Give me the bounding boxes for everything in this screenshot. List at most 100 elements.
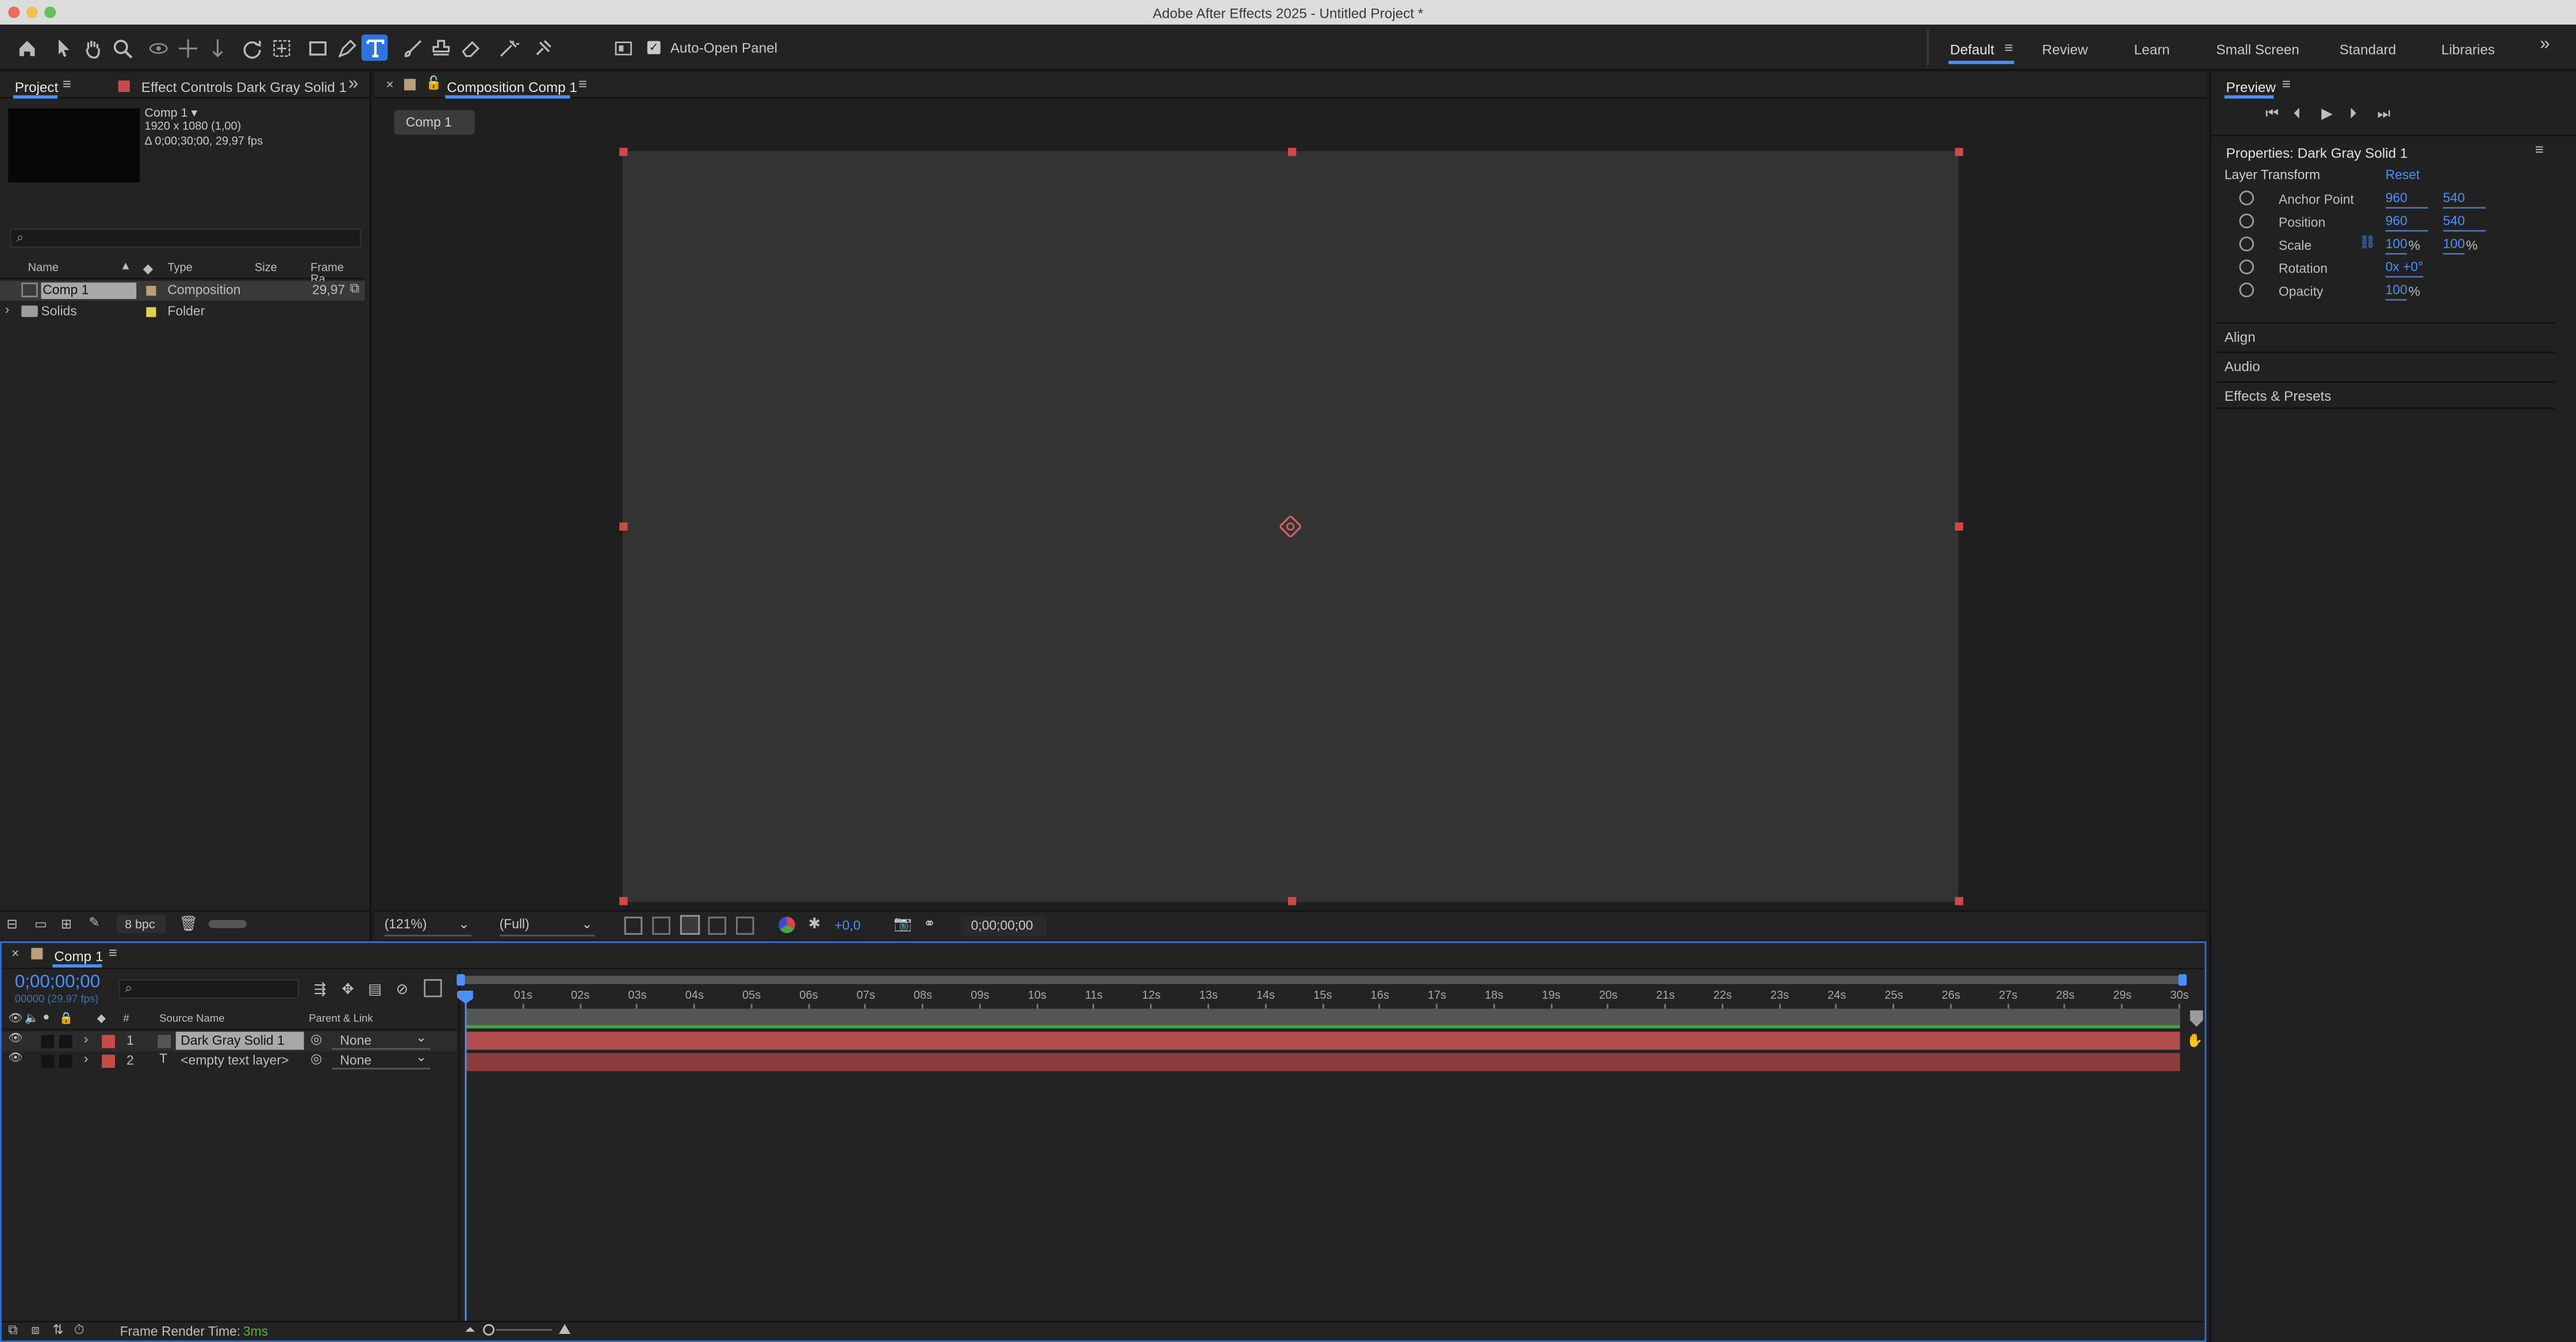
bpc-button[interactable]: 8 bpc [116, 915, 166, 933]
current-time-display[interactable]: 0;00;00;00 [961, 917, 1046, 937]
flowchart-icon[interactable]: ⧉ [350, 281, 359, 298]
chevron-right-icon[interactable]: › [5, 302, 10, 317]
layer-bar[interactable] [465, 1053, 2180, 1071]
composition-menu-icon[interactable]: ≡ [578, 75, 587, 92]
properties-menu-icon[interactable]: ≡ [2535, 141, 2544, 158]
stopwatch-icon[interactable] [2239, 259, 2254, 275]
thumbnail-size-slider[interactable] [208, 920, 247, 929]
navigator-end-handle[interactable] [2178, 974, 2187, 986]
timeline-timecode[interactable]: 0;00;00;00 [15, 972, 101, 992]
col-type[interactable]: Type [167, 263, 192, 274]
layer-label-color[interactable] [102, 1035, 115, 1048]
col-parent-link[interactable]: Parent & Link [309, 1014, 373, 1025]
draft-3d-icon[interactable]: ✥ [342, 981, 354, 999]
parent-select[interactable]: None ⌄ [332, 1030, 431, 1050]
chevron-right-icon[interactable]: › [84, 1032, 89, 1046]
workspace-menu-icon[interactable]: ≡ [2004, 40, 2013, 56]
rotation-tool-icon[interactable] [238, 34, 264, 61]
exposure-reset-icon[interactable]: ✱ [808, 915, 821, 933]
label-tag-icon[interactable]: ◆ [143, 261, 154, 276]
zoom-tool-icon[interactable] [109, 34, 135, 61]
align-section[interactable]: Align [2216, 322, 2555, 350]
frame-blending-icon[interactable]: ⊘ [396, 981, 409, 999]
tab-timeline-comp[interactable]: Comp 1 [54, 948, 103, 965]
clone-stamp-tool-icon[interactable] [427, 34, 454, 61]
constrain-proportions-icon[interactable]: ⛓ [2359, 235, 2376, 250]
workspace-learn[interactable]: Learn [2134, 41, 2169, 57]
list-item[interactable]: › Solids Folder [0, 302, 365, 322]
pan-behind-tool-icon[interactable] [268, 34, 294, 61]
layer-handle[interactable] [1955, 522, 1964, 531]
layer-bar[interactable] [465, 1032, 2180, 1050]
time-navigator[interactable] [460, 976, 2184, 984]
pan-camera-tool-icon[interactable] [174, 34, 201, 61]
workspace-default[interactable]: Default [1950, 41, 1994, 57]
label-tag-icon[interactable]: ◆ [97, 1012, 106, 1025]
stopwatch-icon[interactable] [2239, 282, 2254, 298]
hide-shy-layers-icon[interactable]: ▤ [368, 981, 382, 999]
composition-mini-flowchart-icon[interactable]: ⇶ [314, 981, 327, 999]
tab-project[interactable]: Project [15, 79, 59, 95]
workspace-libraries[interactable]: Libraries [2441, 41, 2495, 57]
fast-previews-icon[interactable] [624, 917, 643, 935]
layer-name[interactable]: <empty text layer> [181, 1053, 289, 1068]
eraser-tool-icon[interactable] [457, 34, 483, 61]
col-size[interactable]: Size [255, 263, 277, 274]
layer-handle[interactable] [619, 897, 628, 906]
layer-handle[interactable] [619, 522, 628, 531]
tab-effect-controls[interactable]: Effect Controls Dark Gray Solid 1 [141, 79, 347, 95]
stopwatch-icon[interactable] [2239, 190, 2254, 206]
layer-handle[interactable] [619, 148, 628, 156]
first-frame-icon[interactable]: ⏮ [2266, 105, 2279, 123]
mask-visibility-icon[interactable] [708, 917, 726, 935]
camera-snapshot-icon[interactable]: 📷 [894, 915, 912, 933]
lock-toggle[interactable] [59, 1035, 72, 1048]
close-tab-icon[interactable]: × [386, 77, 393, 92]
lock-icon[interactable]: 🔓 [425, 75, 442, 90]
eye-icon[interactable]: 👁 [8, 1032, 22, 1045]
col-name[interactable]: Name [28, 263, 59, 274]
interpret-footage-icon[interactable]: ⊟ [6, 917, 17, 931]
solo-icon[interactable]: ● [43, 1012, 49, 1023]
preview-menu-icon[interactable]: ≡ [2282, 75, 2291, 92]
channel-icon[interactable] [779, 917, 795, 933]
zoom-window-button[interactable] [44, 6, 56, 18]
dolly-camera-tool-icon[interactable] [204, 34, 230, 61]
new-folder-icon[interactable]: ▭ [34, 917, 47, 931]
scale-y-value[interactable]: 100 [2443, 235, 2465, 255]
layer-handle[interactable] [1955, 897, 1964, 906]
show-snapshot-icon[interactable]: ⚭ [923, 915, 936, 933]
zoom-out-icon[interactable]: ⏶ [465, 1322, 476, 1339]
workspace-overflow-icon[interactable]: » [2540, 34, 2550, 54]
layer-name[interactable]: Dark Gray Solid 1 [175, 1032, 304, 1050]
pick-whip-icon[interactable]: ◎ [310, 1032, 322, 1046]
anchor-point-icon[interactable] [1278, 514, 1303, 539]
navigator-start-handle[interactable] [457, 974, 465, 986]
type-tool-icon[interactable] [361, 34, 388, 61]
sort-ascending-icon[interactable]: ▲ [120, 261, 132, 273]
zoom-slider-track[interactable] [496, 1329, 552, 1331]
audio-icon[interactable]: 🔈 [25, 1012, 39, 1025]
close-window-button[interactable] [8, 6, 20, 18]
puppet-tool-icon[interactable] [529, 34, 555, 61]
solo-toggle[interactable] [41, 1035, 55, 1048]
preview-name[interactable]: Comp 1 ▾ [144, 105, 197, 120]
hand-tool-icon[interactable] [79, 34, 105, 61]
tab-preview[interactable]: Preview [2226, 79, 2275, 95]
chevron-right-icon[interactable]: › [84, 1052, 89, 1067]
parent-select[interactable]: None ⌄ [332, 1050, 431, 1069]
transparency-grid-icon[interactable] [652, 917, 670, 935]
previous-frame-icon[interactable]: ⏴ [2294, 105, 2301, 123]
effects-presets-section[interactable]: Effects & Presets [2216, 381, 2555, 409]
zoom-in-icon[interactable]: ⛰ [558, 1321, 571, 1339]
reset-button[interactable]: Reset [2386, 167, 2420, 182]
position-x-value[interactable]: 960 [2385, 212, 2428, 232]
brush-tool-icon[interactable] [399, 34, 425, 61]
rotation-value[interactable]: 0x +0° [2385, 258, 2424, 278]
orbit-camera-tool-icon[interactable] [144, 34, 171, 61]
motion-blur-icon[interactable] [424, 979, 442, 998]
table-row[interactable]: 👁 › 2 T <empty text layer> ◎ None ⌄ [2, 1050, 457, 1071]
panel-toggle-icon[interactable] [610, 34, 636, 61]
color-settings-icon[interactable]: ✎ [89, 915, 99, 930]
anchor-x-value[interactable]: 960 [2385, 189, 2428, 209]
